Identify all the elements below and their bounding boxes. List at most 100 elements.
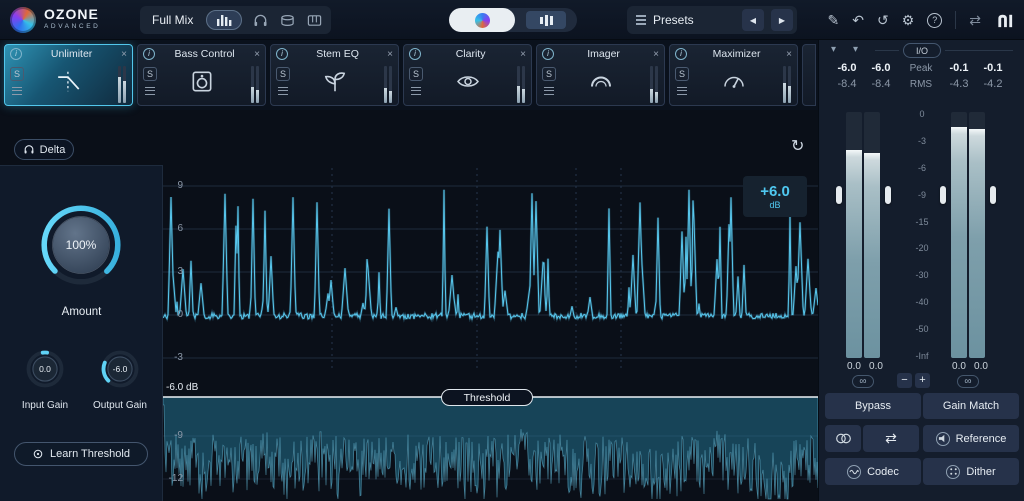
close-icon[interactable]: × bbox=[520, 49, 526, 60]
bypass-button[interactable]: Bypass bbox=[825, 393, 921, 419]
module-card-bass-control[interactable]: i Bass Control × S bbox=[137, 44, 266, 106]
axis-label: -9 bbox=[163, 430, 183, 441]
module-card-partial[interactable] bbox=[802, 44, 816, 106]
settings-gear-icon[interactable]: ⚙ bbox=[902, 13, 915, 27]
delta-waveform bbox=[163, 110, 818, 501]
output-gain-fader-left[interactable] bbox=[940, 186, 946, 204]
bass-control-icon bbox=[189, 69, 215, 100]
assistant-toggle-option[interactable] bbox=[449, 8, 515, 32]
levels-icon-button[interactable] bbox=[206, 10, 242, 30]
reference-button[interactable]: Reference bbox=[923, 425, 1019, 452]
mix-selector-label[interactable]: Full Mix bbox=[148, 13, 197, 27]
collapse-chevron-icon[interactable]: ▾ bbox=[831, 44, 836, 55]
module-preset-icon[interactable] bbox=[677, 90, 687, 91]
input-gain-fader-left[interactable] bbox=[836, 186, 842, 204]
input-link-icon[interactable]: ∞ bbox=[852, 375, 874, 388]
output-link-icon[interactable]: ∞ bbox=[957, 375, 979, 388]
preset-previous-button[interactable]: ◀ bbox=[742, 9, 764, 31]
threshold-handle[interactable]: Threshold bbox=[441, 389, 533, 406]
output-gain-knob[interactable]: -6.0 bbox=[98, 347, 142, 391]
module-card-unlimiter[interactable]: i Unlimiter × S bbox=[4, 44, 133, 106]
module-card-imager[interactable]: i Imager × S bbox=[536, 44, 665, 106]
module-name: Bass Control bbox=[159, 48, 250, 60]
solo-button[interactable]: S bbox=[143, 67, 157, 81]
close-icon[interactable]: × bbox=[387, 49, 393, 60]
module-preset-icon[interactable] bbox=[12, 90, 22, 91]
close-icon[interactable]: × bbox=[653, 49, 659, 60]
meter-scale-label: -40 bbox=[903, 297, 941, 307]
module-preset-icon[interactable] bbox=[544, 90, 554, 91]
keys-icon[interactable] bbox=[305, 11, 323, 29]
app-logo: OZONE ADVANCED bbox=[44, 6, 100, 30]
info-icon[interactable]: i bbox=[143, 48, 155, 60]
axis-label: -3 bbox=[163, 352, 183, 363]
solo-button[interactable]: S bbox=[409, 67, 423, 81]
solo-button[interactable]: S bbox=[542, 67, 556, 81]
module-preset-icon[interactable] bbox=[278, 90, 288, 91]
reference-icon bbox=[936, 432, 950, 446]
input-gain-knob[interactable]: 0.0 bbox=[23, 347, 67, 391]
help-icon[interactable]: ? bbox=[927, 13, 942, 28]
toolbar-separator bbox=[955, 11, 956, 29]
history-icon[interactable]: ↺ bbox=[877, 13, 889, 27]
io-divider bbox=[945, 50, 1013, 51]
module-card-clarity[interactable]: i Clarity × S bbox=[403, 44, 532, 106]
module-name: Clarity bbox=[425, 48, 516, 60]
close-icon[interactable]: × bbox=[121, 49, 127, 60]
codec-button[interactable]: Codec bbox=[825, 458, 921, 485]
dither-button[interactable]: Dither bbox=[923, 458, 1019, 485]
info-icon[interactable]: i bbox=[276, 48, 288, 60]
gain-unit: dB bbox=[769, 200, 780, 210]
connect-icon[interactable]: ⇄ bbox=[969, 13, 981, 27]
edit-icon[interactable]: ✎ bbox=[828, 13, 840, 27]
amount-value: 100% bbox=[35, 199, 127, 291]
preset-selector-label[interactable]: Presets bbox=[653, 13, 735, 27]
delta-button[interactable]: Delta bbox=[14, 139, 74, 160]
info-icon[interactable]: i bbox=[675, 48, 687, 60]
rms-label: RMS bbox=[901, 79, 941, 90]
meter-scale-label: -20 bbox=[903, 243, 941, 253]
undo-icon[interactable]: ↶ bbox=[852, 13, 864, 27]
imager-icon bbox=[587, 70, 615, 99]
gain-plus-button[interactable]: + bbox=[915, 373, 930, 388]
module-card-maximizer[interactable]: i Maximizer × S bbox=[669, 44, 798, 106]
headset-icon[interactable] bbox=[251, 11, 269, 29]
module-name: Unlimiter bbox=[26, 48, 117, 60]
stereo-mode-button[interactable] bbox=[825, 425, 861, 452]
gain-match-button[interactable]: Gain Match bbox=[923, 393, 1019, 419]
solo-button[interactable]: S bbox=[675, 67, 689, 81]
output-gain-fader-right[interactable] bbox=[990, 186, 996, 204]
solo-button[interactable]: S bbox=[10, 67, 24, 81]
loop-icon[interactable]: ↻ bbox=[791, 136, 804, 156]
info-icon[interactable]: i bbox=[542, 48, 554, 60]
axis-label: 6 bbox=[163, 223, 183, 234]
amount-knob[interactable]: 100% bbox=[35, 199, 127, 291]
close-icon[interactable]: × bbox=[254, 49, 260, 60]
drum-icon[interactable] bbox=[278, 11, 296, 29]
info-icon[interactable]: i bbox=[409, 48, 421, 60]
info-icon[interactable]: i bbox=[10, 48, 22, 60]
assistant-manual-toggle[interactable] bbox=[449, 8, 577, 32]
collapse-chevron-icon[interactable]: ▾ bbox=[853, 44, 858, 55]
solo-button[interactable]: S bbox=[276, 67, 290, 81]
module-card-stem-eq[interactable]: i Stem EQ × S bbox=[270, 44, 399, 106]
peak-out-right: -0.1 bbox=[977, 62, 1009, 74]
preset-selector[interactable]: Presets ◀ ▶ bbox=[627, 6, 797, 34]
peak-in-right: -6.0 bbox=[865, 62, 897, 74]
gain-value: +6.0 bbox=[760, 183, 790, 200]
input-gain-fader-right[interactable] bbox=[885, 186, 891, 204]
axis-label: -12 bbox=[163, 473, 183, 484]
axis-label: 9 bbox=[163, 180, 183, 191]
close-icon[interactable]: × bbox=[786, 49, 792, 60]
channel-swap-button[interactable]: ⇄ bbox=[863, 425, 919, 452]
detailed-view-toggle-option[interactable] bbox=[515, 8, 577, 32]
preset-next-button[interactable]: ▶ bbox=[771, 9, 793, 31]
module-preset-icon[interactable] bbox=[145, 90, 155, 91]
gain-minus-button[interactable]: − bbox=[897, 373, 912, 388]
stem-eq-icon bbox=[322, 69, 348, 100]
output-meter-left bbox=[951, 112, 967, 358]
rms-out-left: -4.3 bbox=[943, 78, 975, 90]
module-preset-icon[interactable] bbox=[411, 90, 421, 91]
io-section-toggle[interactable]: I/O bbox=[903, 43, 941, 58]
learn-threshold-button[interactable]: Learn Threshold bbox=[14, 442, 148, 466]
